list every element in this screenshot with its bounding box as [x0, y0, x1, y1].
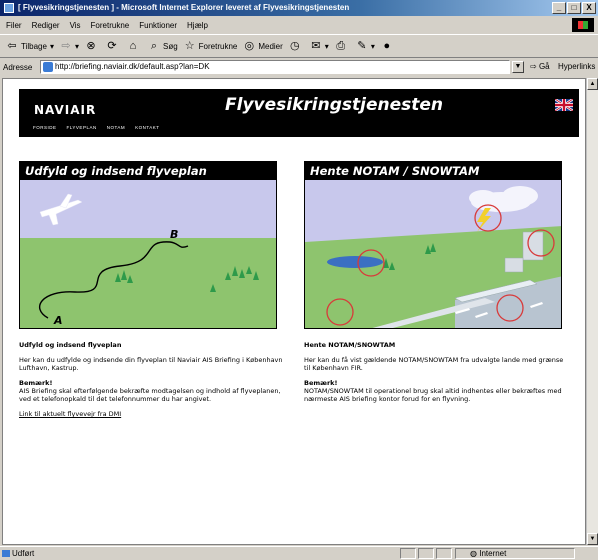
go-button[interactable]: ⇨ Gå: [530, 60, 550, 74]
notam-panel-title: Hente NOTAM / SNOWTAM: [305, 162, 561, 180]
status-bar: Udført ◍ Internet: [0, 546, 598, 560]
media-icon: ◎: [244, 40, 255, 52]
window-title: [ Flyvesikringstjenesten ] - Microsoft I…: [18, 3, 350, 12]
notam-map-illustration: [305, 180, 561, 328]
stop-icon: ⊗: [86, 40, 96, 52]
dmi-weather-link[interactable]: Link til aktuelt flyvevejr fra DMI: [19, 410, 121, 418]
refresh-button[interactable]: ⟳: [105, 39, 121, 53]
flightplan-note-title: Bemærk!: [19, 379, 53, 387]
mail-icon: ✉: [311, 40, 321, 52]
back-dropdown-icon[interactable]: ▾: [50, 42, 54, 51]
flightplan-note-text: AIS Briefing skal efterfølgende bekræfte…: [19, 387, 281, 403]
history-button[interactable]: ◷: [288, 39, 304, 53]
address-label: Adresse: [3, 62, 33, 72]
star-icon: ☆: [184, 40, 195, 52]
security-zone: ◍ Internet: [455, 548, 575, 559]
route-point-b: B: [170, 228, 178, 241]
status-segment: [400, 548, 416, 559]
notam-text: Hente NOTAM/SNOWTAM Her kan du få vist g…: [304, 341, 569, 410]
status-segment: [418, 548, 434, 559]
notam-description: Her kan du få vist gældende NOTAM/SNOWTA…: [304, 356, 564, 372]
back-button[interactable]: ⇦ Tilbage ▾: [5, 39, 54, 53]
windows-logo-icon: [572, 18, 594, 32]
nav-kontakt[interactable]: KONTAKT: [135, 125, 159, 130]
refresh-icon: ⟳: [107, 40, 117, 52]
menu-favorites[interactable]: Foretrukne: [91, 21, 130, 30]
home-icon: ⌂: [129, 40, 137, 52]
close-button[interactable]: X: [582, 2, 596, 14]
site-header: NAVIAIR Flyvesikringstjenesten FORSIDE F…: [19, 89, 579, 137]
go-arrow-icon: ⇨: [530, 62, 537, 71]
scroll-down-icon[interactable]: ▼: [587, 533, 598, 545]
maximize-button[interactable]: □: [567, 2, 581, 14]
notam-note-title: Bemærk!: [304, 379, 338, 387]
flightplan-panel[interactable]: Udfyld og indsend flyveplan A B: [19, 161, 277, 329]
page-done-icon: [2, 550, 10, 557]
messenger-button[interactable]: ●: [380, 39, 396, 53]
menu-edit[interactable]: Rediger: [32, 21, 60, 30]
mail-button[interactable]: ✉ ▾: [309, 39, 329, 53]
flightplan-map-illustration: A B: [20, 180, 276, 328]
lake-shape: [327, 256, 383, 268]
edit-button[interactable]: ✎ ▾: [355, 39, 375, 53]
page-viewport: NAVIAIR Flyvesikringstjenesten FORSIDE F…: [2, 78, 586, 545]
notam-panel[interactable]: Hente NOTAM / SNOWTAM: [304, 161, 562, 329]
notam-note-text: NOTAM/SNOWTAM til operationel brug skal …: [304, 387, 562, 403]
messenger-icon: ●: [383, 40, 391, 52]
links-button[interactable]: Hyperlinks: [558, 60, 595, 74]
globe-icon: ◍: [470, 549, 477, 558]
history-icon: ◷: [289, 40, 300, 52]
uk-flag-icon[interactable]: [555, 99, 573, 111]
site-title: Flyvesikringstjenesten: [225, 95, 443, 115]
address-dropdown-icon[interactable]: ▼: [512, 61, 524, 73]
edit-icon: ✎: [357, 40, 367, 52]
notam-heading: Hente NOTAM/SNOWTAM: [304, 341, 396, 349]
home-button[interactable]: ⌂: [126, 39, 142, 53]
naviair-logo[interactable]: NAVIAIR: [34, 103, 96, 117]
address-input[interactable]: http://briefing.naviair.dk/default.asp?l…: [40, 60, 510, 74]
menu-help[interactable]: Hjælp: [187, 21, 208, 30]
forward-button[interactable]: ⇨ ▾: [59, 39, 79, 53]
print-button[interactable]: ⎙: [334, 39, 350, 53]
route-point-a: A: [53, 314, 63, 327]
nav-forside[interactable]: FORSIDE: [33, 125, 57, 130]
status-text: Udført: [12, 549, 35, 558]
nav-flyveplan[interactable]: FLYVEPLAN: [67, 125, 97, 130]
flightplan-description: Her kan du udfylde og indsende din flyve…: [19, 356, 283, 372]
vertical-scrollbar[interactable]: ▲ ▼: [586, 78, 598, 545]
page-icon: [43, 62, 53, 72]
media-button[interactable]: ◎ Medier: [242, 39, 283, 53]
site-nav: FORSIDE FLYVEPLAN NOTAM KONTAKT: [33, 125, 160, 130]
flightplan-panel-title: Udfyld og indsend flyveplan: [20, 162, 276, 180]
search-button[interactable]: ⌕ Søg: [147, 39, 178, 53]
address-bar: Adresse http://briefing.naviair.dk/defau…: [0, 58, 598, 76]
forward-arrow-icon: ⇨: [61, 40, 71, 52]
menu-view[interactable]: Vis: [70, 21, 81, 30]
toolbar: ⇦ Tilbage ▾ ⇨ ▾ ⊗ ⟳ ⌂ ⌕ Søg ☆ Foretrukne ◎ Med…: [0, 34, 598, 58]
flightplan-heading: Udfyld og indsend flyveplan: [19, 341, 122, 349]
search-icon: ⌕: [150, 40, 158, 52]
flightplan-text: Udfyld og indsend flyveplan Her kan du u…: [19, 341, 284, 425]
browser-window: [ Flyvesikringstjenesten ] - Microsoft I…: [0, 0, 598, 560]
scroll-up-icon[interactable]: ▲: [587, 78, 598, 90]
minimize-button[interactable]: _: [552, 2, 566, 14]
menu-bar: Filer Rediger Vis Foretrukne Funktioner …: [0, 17, 598, 33]
ie-icon: [4, 3, 14, 13]
nav-notam[interactable]: NOTAM: [107, 125, 125, 130]
back-arrow-icon: ⇦: [7, 40, 17, 52]
status-segment: [436, 548, 452, 559]
title-bar: [ Flyvesikringstjenesten ] - Microsoft I…: [0, 0, 598, 16]
menu-file[interactable]: Filer: [6, 21, 22, 30]
print-icon: ⎙: [336, 40, 346, 52]
forward-dropdown-icon[interactable]: ▾: [75, 42, 79, 51]
menu-tools[interactable]: Funktioner: [139, 21, 177, 30]
stop-button[interactable]: ⊗: [84, 39, 100, 53]
favorites-button[interactable]: ☆ Foretrukne: [183, 39, 238, 53]
